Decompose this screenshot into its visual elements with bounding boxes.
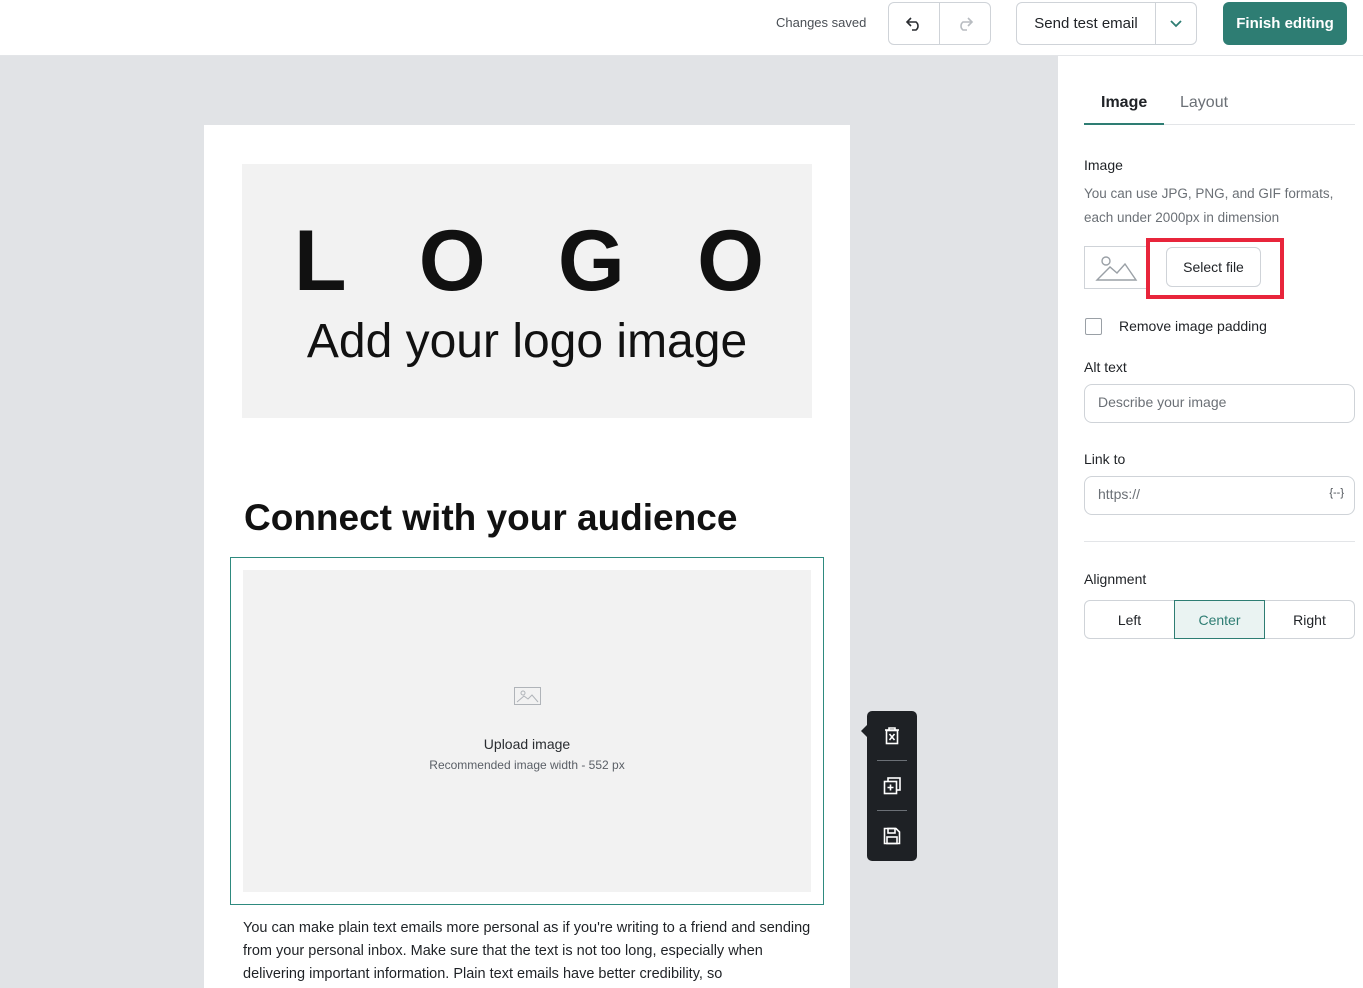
remove-padding-label[interactable]: Remove image padding [1119, 318, 1267, 334]
image-section-label: Image [1084, 157, 1123, 173]
email-body-text[interactable]: You can make plain text emails more pers… [243, 917, 813, 986]
properties-panel: Image Layout Image You can use JPG, PNG,… [1058, 56, 1363, 988]
align-center-button[interactable]: Center [1174, 600, 1265, 639]
logo-subtitle: Add your logo image [306, 315, 748, 368]
image-block-selected[interactable]: Upload image Recommended image width - 5… [230, 557, 824, 905]
logo-letter: L [294, 213, 347, 309]
tab-layout[interactable]: Layout [1180, 94, 1228, 112]
alignment-segmented-control: Left Center Right [1084, 600, 1355, 639]
chevron-down-icon [1170, 19, 1182, 27]
image-placeholder[interactable]: Upload image Recommended image width - 5… [243, 570, 811, 892]
upload-image-hint: Recommended image width - 552 px [429, 758, 625, 772]
image-placeholder-icon [514, 687, 541, 705]
upload-image-title: Upload image [483, 736, 571, 752]
undo-redo-group [888, 2, 991, 45]
active-tab-indicator [1084, 123, 1164, 125]
alignment-label: Alignment [1084, 571, 1147, 587]
save-icon [883, 827, 901, 845]
logo-letter: G [557, 213, 625, 309]
link-to-label: Link to [1084, 451, 1126, 467]
alt-text-input[interactable] [1098, 394, 1318, 410]
save-status: Changes saved [776, 15, 867, 30]
email-preview: L O G O Add your logo image Connect with… [204, 125, 850, 988]
top-toolbar: Changes saved Send test email Finish edi… [0, 0, 1363, 56]
logo-placeholder-text: L O G O [294, 212, 764, 311]
duplicate-icon [883, 777, 901, 795]
logo-block[interactable]: L O G O Add your logo image [242, 164, 812, 418]
link-field-wrapper: {--} [1084, 476, 1355, 515]
alt-text-field-wrapper [1084, 384, 1355, 423]
align-left-button[interactable]: Left [1085, 601, 1174, 638]
send-test-group: Send test email [1016, 2, 1197, 45]
tab-image[interactable]: Image [1101, 94, 1147, 112]
undo-icon [905, 16, 919, 31]
redo-button[interactable] [939, 3, 990, 44]
logo-letter: O [418, 213, 486, 309]
logo-letter: O [697, 213, 764, 309]
email-headline[interactable]: Connect with your audience [244, 497, 737, 539]
image-thumbnail [1084, 246, 1148, 289]
alt-text-label: Alt text [1084, 359, 1127, 375]
variable-icon[interactable]: {--} [1329, 487, 1344, 499]
image-placeholder-icon [1095, 255, 1138, 281]
redo-icon [960, 16, 974, 31]
section-divider [1084, 541, 1355, 542]
delete-block-button[interactable] [867, 711, 917, 761]
delete-icon [885, 727, 899, 745]
image-format-hint: You can use JPG, PNG, and GIF formats, e… [1084, 186, 1334, 225]
align-right-button[interactable]: Right [1265, 601, 1354, 638]
block-actions-toolbar [861, 711, 917, 861]
select-file-button[interactable]: Select file [1166, 247, 1261, 287]
save-block-button[interactable] [867, 811, 917, 861]
undo-button[interactable] [889, 3, 939, 44]
send-test-email-button[interactable]: Send test email [1017, 3, 1155, 44]
link-input[interactable] [1098, 486, 1318, 502]
send-options-button[interactable] [1155, 3, 1196, 44]
finish-editing-button[interactable]: Finish editing [1223, 2, 1347, 45]
duplicate-block-button[interactable] [867, 761, 917, 811]
panel-tabs: Image Layout [1084, 82, 1355, 125]
remove-padding-checkbox[interactable] [1085, 318, 1102, 335]
